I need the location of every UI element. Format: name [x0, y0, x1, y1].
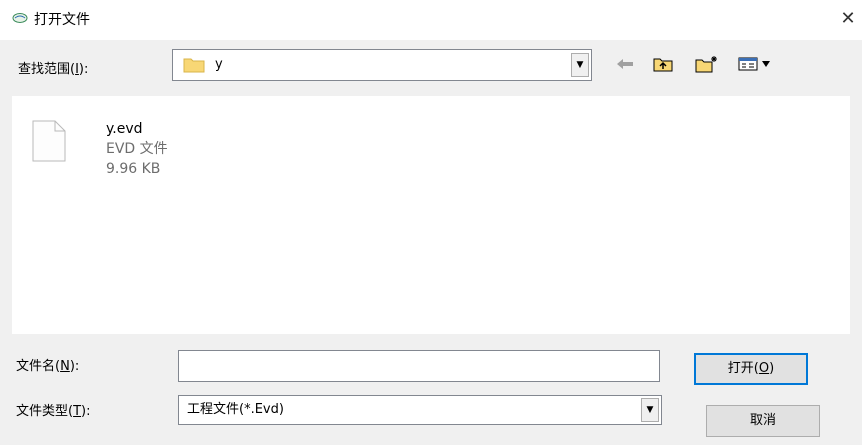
chevron-down-icon[interactable]: ▼	[641, 398, 659, 422]
chevron-down-icon[interactable]: ▼	[571, 53, 589, 77]
folder-icon	[183, 58, 205, 73]
look-in-value: y	[215, 57, 223, 72]
file-type: EVD 文件	[106, 141, 168, 157]
document-icon	[32, 120, 66, 162]
file-name-label: 文件名(N):	[16, 359, 80, 374]
file-name: y.evd	[106, 121, 143, 137]
window-title: 打开文件	[34, 12, 90, 28]
file-name-input[interactable]	[178, 350, 660, 382]
view-menu-button[interactable]	[736, 52, 780, 76]
file-type-dropdown[interactable]: 工程文件(*.Evd) ▼	[178, 395, 662, 425]
cancel-button[interactable]: 取消	[706, 405, 820, 437]
new-folder-button[interactable]	[694, 52, 720, 76]
up-folder-button[interactable]	[650, 52, 676, 76]
title-bar: 打开文件 ✕	[0, 0, 862, 40]
app-logo-icon	[12, 13, 28, 23]
file-list[interactable]: y.evd EVD 文件 9.96 KB	[12, 96, 850, 334]
list-item[interactable]: y.evd EVD 文件 9.96 KB	[32, 116, 232, 186]
look-in-dropdown[interactable]: y ▼	[172, 49, 592, 81]
look-in-label: 查找范围(I):	[18, 62, 89, 77]
open-button[interactable]: 打开(O)	[694, 353, 808, 385]
back-arrow-icon	[617, 58, 633, 69]
view-menu-icon	[738, 57, 770, 70]
file-type-label: 文件类型(T):	[16, 404, 91, 419]
file-size: 9.96 KB	[106, 161, 161, 177]
new-folder-icon	[695, 55, 717, 72]
back-button[interactable]	[612, 52, 638, 76]
close-button[interactable]: ✕	[836, 6, 860, 32]
file-type-value: 工程文件(*.Evd)	[187, 402, 284, 417]
up-folder-icon	[653, 58, 673, 71]
